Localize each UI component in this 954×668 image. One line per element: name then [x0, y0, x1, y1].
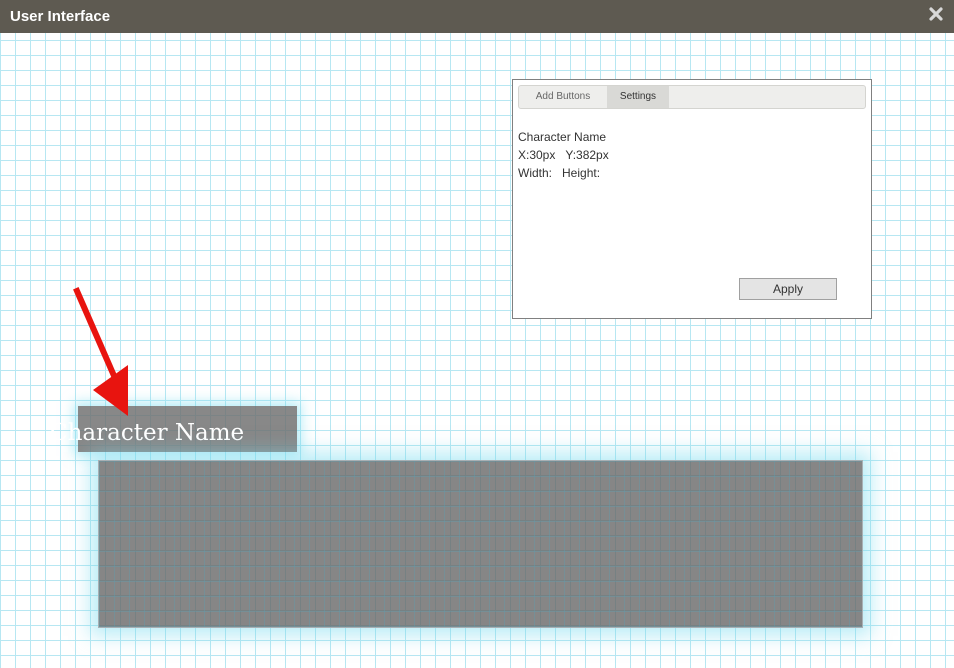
height-label: Height:: [562, 166, 601, 180]
character-box-element[interactable]: [98, 460, 863, 628]
title-bar: User Interface: [0, 0, 954, 33]
design-canvas[interactable]: Add Buttons Settings Character Name X:30…: [0, 33, 954, 668]
red-arrow-icon: [73, 287, 128, 416]
properties-panel: Add Buttons Settings Character Name X:30…: [512, 79, 872, 319]
position-row: X:30px Y:382px: [518, 146, 609, 164]
width-label: Width:: [518, 166, 553, 180]
apply-button[interactable]: Apply: [739, 278, 837, 300]
tab-add-buttons[interactable]: Add Buttons: [521, 86, 605, 108]
y-position: Y:382px: [565, 148, 609, 162]
close-icon[interactable]: [928, 6, 944, 22]
character-name-text: Character Name: [50, 420, 245, 446]
size-row: Width: Height:: [518, 164, 609, 182]
properties-fields: Character Name X:30px Y:382px Width: Heigh…: [518, 128, 609, 182]
tab-settings[interactable]: Settings: [607, 86, 669, 108]
tab-bar: Add Buttons Settings: [518, 85, 866, 109]
window-title: User Interface: [10, 8, 111, 25]
x-position: X:30px: [518, 148, 556, 162]
element-name: Character Name: [518, 130, 607, 144]
